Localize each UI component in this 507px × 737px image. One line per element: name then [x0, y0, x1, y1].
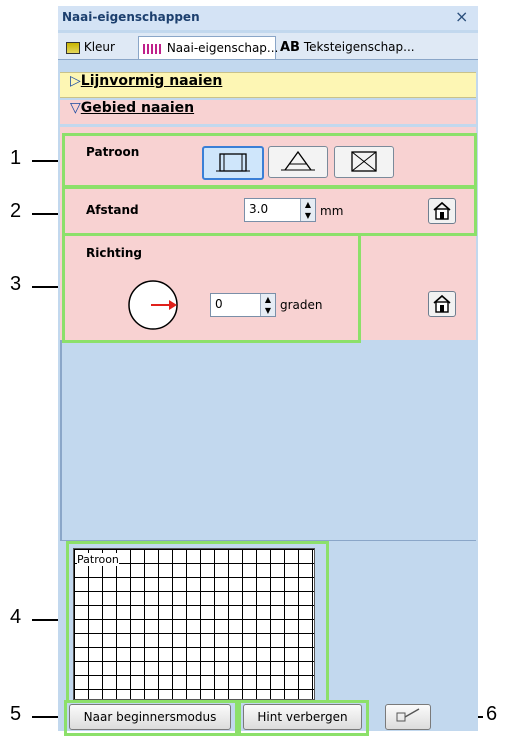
richting-spin-buttons[interactable]: ▲ ▼ — [260, 294, 275, 316]
callout-number-3: 3 — [10, 273, 22, 295]
expand-arrow-icon: ▷ — [70, 73, 81, 89]
color-swatch-icon — [66, 41, 80, 54]
afstand-stepper[interactable]: 3.0 ▲ ▼ — [244, 198, 316, 222]
pattern-triangle-button[interactable] — [268, 146, 328, 178]
extra-button[interactable] — [385, 704, 431, 730]
section-gebied[interactable]: ▽Gebied naaien — [60, 100, 476, 124]
callout-number-5: 5 — [10, 703, 22, 725]
afstand-spin-buttons[interactable]: ▲ ▼ — [300, 199, 315, 221]
richting-label: Richting — [86, 246, 142, 260]
home-icon — [433, 294, 451, 313]
pattern-square-icon — [216, 153, 250, 172]
callout-number-1: 1 — [10, 147, 22, 169]
callout-number-2: 2 — [10, 200, 22, 222]
close-icon[interactable]: × — [455, 7, 468, 26]
afstand-default-button[interactable] — [428, 198, 456, 224]
pattern-triangle-icon — [281, 150, 315, 171]
panel-left-edge — [60, 340, 62, 540]
richting-unit: graden — [280, 298, 323, 312]
tab-naai-label: Naai-eigenschap... — [166, 41, 279, 55]
pattern-cross-button[interactable] — [334, 146, 394, 178]
callout-number-6: 6 — [486, 703, 498, 725]
tab-tekst-label: Teksteigenschap... — [303, 40, 415, 54]
tab-naai-eigenschappen[interactable]: Naai-eigenschap... — [138, 36, 279, 59]
afstand-label: Afstand — [86, 203, 139, 217]
pattern-cross-icon — [351, 151, 377, 172]
key-icon — [396, 708, 420, 722]
collapse-arrow-icon: ▽ — [70, 100, 81, 116]
panel-title: Naai-eigenschappen — [62, 10, 200, 24]
ab-text-icon: AB — [280, 40, 300, 55]
section-lijnvormig-label: Lijnvormig naaien — [80, 73, 223, 89]
richting-default-button[interactable] — [428, 291, 456, 317]
section-gebied-label: Gebied naaien — [80, 100, 195, 116]
home-icon — [433, 201, 451, 220]
beginner-mode-button[interactable]: Naar beginnersmodus — [69, 704, 231, 730]
stitch-icon — [143, 43, 163, 54]
tab-kleur-label: Kleur — [83, 40, 115, 54]
pattern-square-button[interactable] — [202, 146, 264, 180]
patroon-label: Patroon — [86, 145, 140, 159]
callout-number-4: 4 — [10, 606, 22, 628]
richting-value: 0 — [215, 297, 223, 311]
afstand-unit: mm — [320, 204, 344, 218]
direction-dial[interactable] — [125, 278, 181, 332]
tab-kleur[interactable]: Kleur — [62, 36, 136, 58]
richting-stepper[interactable]: 0 ▲ ▼ — [210, 293, 276, 317]
preview-label: Patroon — [77, 553, 119, 566]
pattern-preview — [73, 548, 315, 700]
tab-teksteigenschappen[interactable]: AB Teksteigenschap... — [276, 36, 480, 58]
afstand-value: 3.0 — [249, 202, 269, 216]
hide-hint-button[interactable]: Hint verbergen — [243, 704, 362, 730]
section-lijnvormig[interactable]: ▷Lijnvormig naaien — [60, 72, 476, 98]
